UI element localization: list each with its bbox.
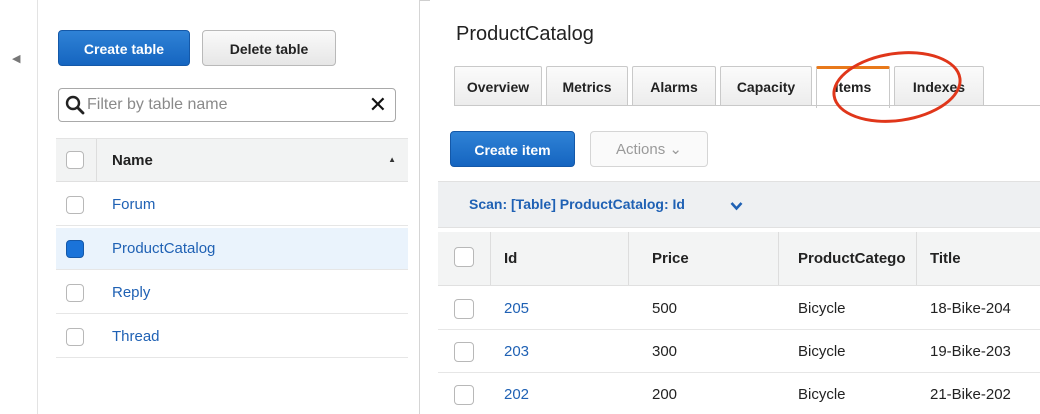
tab-items[interactable]: Items [816, 66, 890, 108]
table-link-productcatalog[interactable]: ProductCatalog [112, 240, 215, 257]
table-list-header: Name ▲ [56, 138, 408, 182]
tab-metrics[interactable]: Metrics [546, 66, 628, 106]
chevron-down-icon[interactable] [730, 201, 743, 211]
delete-table-button[interactable]: Delete table [202, 30, 336, 66]
item-title: 19-Bike-203 [930, 343, 1011, 360]
item-title: 18-Bike-204 [930, 300, 1011, 317]
column-header-title[interactable]: Title [930, 250, 961, 267]
table-row[interactable]: Forum [56, 184, 408, 226]
create-item-button[interactable]: Create item [450, 131, 575, 167]
table-detail-panel: ProductCatalog Overview Metrics Alarms C… [430, 0, 1040, 414]
item-title: 21-Bike-202 [930, 386, 1011, 403]
item-row[interactable]: 202 200 Bicycle 21-Bike-202 [438, 374, 1040, 414]
tab-capacity[interactable]: Capacity [720, 66, 812, 106]
item-checkbox[interactable] [454, 342, 474, 362]
tab-underline [454, 105, 1040, 106]
item-id-link[interactable]: 202 [504, 386, 529, 403]
scan-query-bar[interactable]: Scan: [Table] ProductCatalog: Id [438, 181, 1040, 228]
table-link-reply[interactable]: Reply [112, 284, 150, 301]
row-checkbox[interactable] [66, 328, 84, 346]
filter-box: ✕ [58, 88, 396, 122]
column-header-productcategory[interactable]: ProductCatego [798, 250, 912, 267]
column-header-price[interactable]: Price [652, 250, 689, 267]
tab-overview[interactable]: Overview [454, 66, 542, 106]
item-checkbox[interactable] [454, 385, 474, 405]
item-category: Bicycle [798, 300, 846, 317]
select-all-items-checkbox[interactable] [454, 247, 474, 267]
collapse-left-icon[interactable]: ◀ [12, 52, 20, 65]
scan-label[interactable]: Scan: [Table] ProductCatalog: Id [469, 196, 685, 212]
filter-table-input[interactable] [87, 93, 357, 117]
item-price: 200 [652, 386, 678, 403]
table-row[interactable]: ProductCatalog [56, 228, 408, 270]
row-checkbox[interactable] [66, 196, 84, 214]
create-table-button[interactable]: Create table [58, 30, 190, 66]
page-title: ProductCatalog [456, 23, 594, 45]
item-price: 500 [652, 300, 678, 317]
select-all-checkbox[interactable] [66, 151, 84, 169]
item-price: 300 [652, 343, 678, 360]
item-row[interactable]: 203 300 Bicycle 19-Bike-203 [438, 331, 1040, 373]
item-id-link[interactable]: 203 [504, 343, 529, 360]
search-icon [65, 95, 85, 115]
tab-indexes[interactable]: Indexes [894, 66, 984, 106]
actions-dropdown-button[interactable]: Actions ⌄ [590, 131, 708, 167]
table-row[interactable]: Reply [56, 272, 408, 314]
table-row[interactable]: Thread [56, 316, 408, 358]
item-checkbox[interactable] [454, 299, 474, 319]
column-header-id[interactable]: Id [504, 250, 517, 267]
table-link-forum[interactable]: Forum [112, 196, 155, 213]
item-category: Bicycle [798, 386, 846, 403]
item-category: Bicycle [798, 343, 846, 360]
items-table-header: Id Price ProductCatego Title [438, 232, 1040, 286]
item-row[interactable]: 205 500 Bicycle 18-Bike-204 [438, 288, 1040, 330]
table-link-thread[interactable]: Thread [112, 328, 160, 345]
row-checkbox[interactable] [66, 284, 84, 302]
table-list-panel: Create table Delete table ✕ Name ▲ Forum… [38, 0, 420, 414]
sort-ascending-icon[interactable]: ▲ [388, 155, 396, 164]
clear-filter-icon[interactable]: ✕ [369, 92, 387, 118]
collapse-sidebar-strip[interactable]: ◀ [0, 0, 38, 414]
name-column-header[interactable]: Name [112, 152, 153, 169]
row-checkbox-checked[interactable] [66, 240, 84, 258]
item-id-link[interactable]: 205 [504, 300, 529, 317]
tab-alarms[interactable]: Alarms [632, 66, 716, 106]
